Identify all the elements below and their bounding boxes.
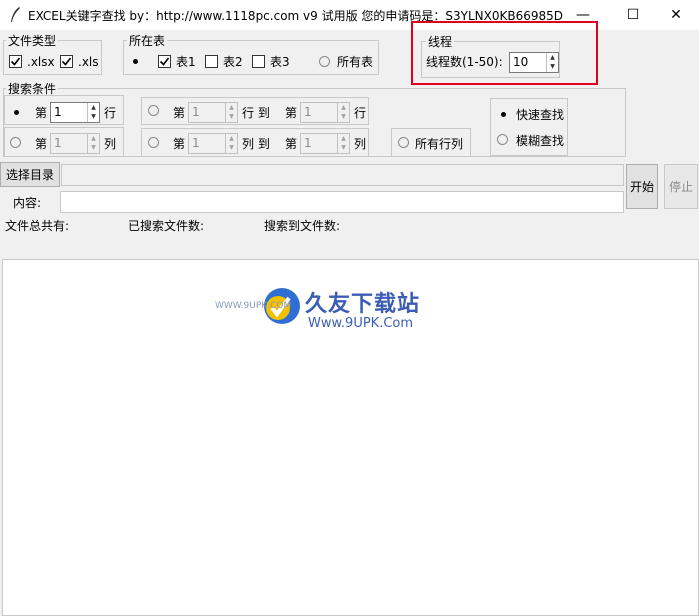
col-single-suffix: 列	[104, 137, 117, 151]
highlight-box	[411, 21, 598, 85]
up-arrow-icon[interactable]: ▲	[226, 134, 237, 144]
fast-search-label: 快速查找	[516, 108, 565, 122]
fast-search-radio[interactable]	[497, 108, 510, 121]
stop-button[interactable]: 停止	[664, 164, 698, 209]
content-label: 内容:	[13, 196, 42, 210]
watermark-url: Www.9UPK.Com	[308, 316, 414, 331]
col-range-prefix2: 第	[285, 137, 298, 151]
all-sheets-radio[interactable]	[318, 55, 331, 68]
found-files-label: 搜索到文件数:	[264, 219, 341, 233]
maximize-button[interactable]: ☐	[610, 0, 656, 30]
down-arrow-icon[interactable]: ▼	[88, 144, 99, 154]
up-arrow-icon[interactable]: ▲	[338, 103, 349, 113]
check-icon	[159, 57, 170, 66]
row-range-to-stepper[interactable]: 1 ▲ ▼	[300, 102, 350, 123]
row-range-suffix: 行	[354, 106, 367, 120]
col-range-to-stepper[interactable]: 1 ▲ ▼	[300, 133, 350, 154]
row-single-suffix: 行	[104, 106, 117, 120]
up-arrow-icon[interactable]: ▲	[88, 134, 99, 144]
fuzzy-search-radio[interactable]	[497, 134, 508, 145]
sheet2-label: 表2	[223, 55, 243, 69]
searched-files-label: 已搜索文件数:	[128, 219, 205, 233]
total-files-label: 文件总共有:	[5, 219, 70, 233]
row-single-radio[interactable]	[10, 106, 23, 119]
feather-icon	[11, 7, 20, 22]
down-arrow-icon[interactable]: ▼	[226, 113, 237, 123]
sheet1-checkbox[interactable]	[158, 55, 171, 68]
down-arrow-icon[interactable]: ▼	[338, 113, 349, 123]
col-single-stepper[interactable]: 1 ▲ ▼	[50, 133, 100, 154]
directory-path-field[interactable]	[61, 164, 624, 186]
row-range-radio[interactable]	[148, 105, 159, 116]
row-range-mid: 行 到	[242, 106, 270, 120]
check-icon	[10, 57, 21, 66]
all-rows-cols-radio[interactable]	[398, 137, 409, 148]
all-sheets-label: 所有表	[337, 55, 374, 69]
up-arrow-icon[interactable]: ▲	[338, 134, 349, 144]
maximize-icon: ☐	[626, 7, 640, 23]
sheet1-label: 表1	[176, 55, 196, 69]
sheet-group-label: 所在表	[127, 32, 168, 49]
col-range-from-stepper[interactable]: 1 ▲ ▼	[188, 133, 238, 154]
watermark-brand: 久友下载站	[305, 292, 421, 317]
xlsx-label: .xlsx	[27, 55, 55, 69]
row-range-from-stepper[interactable]: 1 ▲ ▼	[188, 102, 238, 123]
row-range-prefix2: 第	[285, 106, 298, 120]
sheet2-checkbox[interactable]	[205, 55, 218, 68]
sheet-specific-radio[interactable]	[129, 55, 142, 68]
choose-directory-button[interactable]: 选择目录	[0, 162, 60, 187]
col-single-prefix: 第	[35, 137, 48, 151]
content-input[interactable]	[60, 191, 624, 213]
down-arrow-icon[interactable]: ▼	[226, 144, 237, 154]
up-arrow-icon[interactable]: ▲	[226, 103, 237, 113]
sheet3-label: 表3	[270, 55, 290, 69]
xls-label: .xls	[78, 55, 99, 69]
radio-dot	[133, 59, 138, 64]
up-arrow-icon[interactable]: ▲	[88, 103, 99, 113]
col-range-suffix: 列	[354, 137, 367, 151]
xls-checkbox[interactable]	[60, 55, 73, 68]
col-range-prefix: 第	[173, 137, 186, 151]
check-icon	[61, 57, 72, 66]
row-single-prefix: 第	[35, 106, 48, 120]
down-arrow-icon[interactable]: ▼	[88, 113, 99, 123]
sheet3-checkbox[interactable]	[252, 55, 265, 68]
file-type-group-label: 文件类型	[6, 32, 59, 49]
col-range-mid: 列 到	[242, 137, 270, 151]
start-button[interactable]: 开始	[626, 164, 658, 209]
col-range-radio[interactable]	[148, 137, 159, 148]
down-arrow-icon[interactable]: ▼	[338, 144, 349, 154]
col-single-radio[interactable]	[10, 137, 21, 148]
close-icon: ✕	[670, 7, 682, 23]
all-rows-cols-label: 所有行列	[415, 137, 464, 151]
fuzzy-search-label: 模糊查找	[516, 134, 565, 148]
close-button[interactable]: ✕	[653, 0, 699, 30]
row-range-prefix: 第	[173, 106, 186, 120]
watermark-small: WWW.9UPK.COM	[215, 301, 292, 311]
xlsx-checkbox[interactable]	[9, 55, 22, 68]
row-single-stepper[interactable]: 1 ▲ ▼	[50, 102, 100, 123]
